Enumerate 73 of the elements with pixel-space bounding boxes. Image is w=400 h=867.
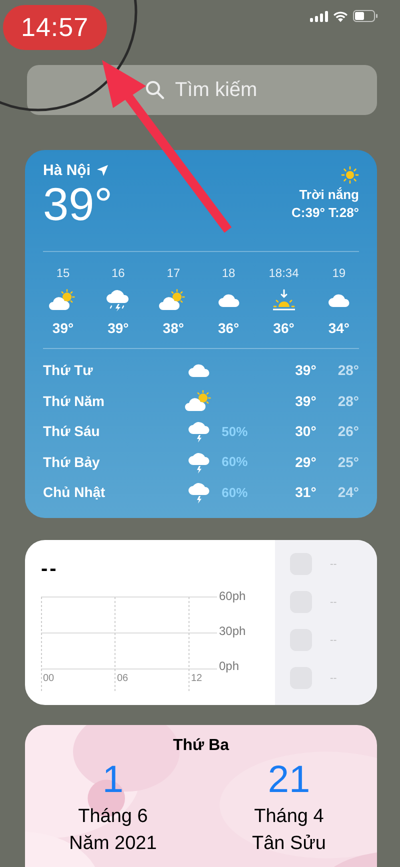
cloud-icon [188,363,210,378]
weather-widget[interactable]: Hà Nội 39° Trời nắng C:39° T:28° 15 39° 16 39° 17 38° 18 36° 18:34 36° 19 34° Thứ Tư 39° 28° Thứ Năm 39° 28° Thứ Sáu 50% 30° 26° Thứ Bảy 60% 29° 25° Chủ Nhật 60% 31° 24° [25,150,377,518]
hour-temperature: 34° [328,320,350,336]
current-temperature: 39° [43,179,113,229]
hour-label: 18 [222,266,236,280]
thunderstorm-icon [188,419,210,444]
app-usage-value: -- [330,634,337,646]
axis-label: 0ph [219,659,240,673]
wifi-icon [333,10,348,22]
solar-day: 1 [102,757,124,803]
hour-temperature: 39° [52,320,74,336]
high-temperature: 29° [294,454,316,470]
hour-temperature: 36° [273,320,294,336]
sun-cloud-icon [49,289,77,311]
cellular-signal-icon [310,10,328,22]
cloud-icon [218,293,240,307]
weather-condition: Trời nắng [299,187,359,202]
hour-label: 19 [332,266,346,280]
axis-label: 12 [191,673,204,684]
precipitation-chance: 60% [220,454,249,470]
axis-label: 00 [43,673,56,684]
day-name: Thứ Sáu [43,423,101,440]
lunar-day: 21 [268,757,310,803]
low-temperature: 25° [336,454,359,470]
location-arrow-icon [96,165,108,176]
battery-icon [353,10,378,22]
axis-label: 30ph [219,624,246,638]
sun-cloud-icon [184,390,213,412]
hour-label: 17 [166,266,180,280]
weekday-label: Thứ Ba [172,737,230,755]
day-name: Thứ Năm [43,392,106,409]
sun-icon [341,166,359,184]
app-usage-value: -- [330,672,337,684]
hour-temperature: 38° [162,320,184,336]
day-name: Thứ Tư [43,362,94,378]
day-name: Chủ Nhật [43,484,106,500]
status-time: 14:57 [3,4,107,50]
calendar-widget[interactable]: Thứ Ba 1 Tháng 6 Năm 2021 21 Tháng 4 Tân Sửu [25,725,377,867]
search-field[interactable]: Tìm kiếm [27,65,377,115]
screen-time-widget[interactable]: -- 60ph 30ph 0ph 00 06 12 -- -- -- -- [25,540,377,705]
high-temperature: 39° [294,362,316,378]
app-usage-value: -- [330,596,337,608]
hour-label: 18:34 [268,266,299,280]
low-temperature: 28° [336,392,359,409]
temperature-range: C:39° T:28° [292,205,359,220]
lunar-month: Tháng 4 [254,805,324,829]
sunset-icon [272,289,296,311]
screen-time-total: -- [41,558,58,580]
high-temperature: 30° [294,423,316,440]
cloud-icon [328,293,350,307]
hour-label: 15 [56,266,70,280]
solar-month: Tháng 6 [78,805,148,829]
low-temperature: 26° [336,423,359,440]
day-name: Thứ Bảy [43,454,101,470]
axis-label: 60ph [219,589,246,603]
low-temperature: 28° [336,362,359,378]
hour-temperature: 36° [218,320,240,336]
precipitation-chance: 60% [220,484,249,500]
high-temperature: 39° [294,392,316,409]
hour-temperature: 39° [108,320,129,336]
thunderstorm-icon [106,288,130,312]
solar-year: Năm 2021 [69,832,157,856]
low-temperature: 24° [336,484,359,500]
thunderstorm-icon [188,480,210,504]
sun-cloud-icon [159,289,188,311]
high-temperature: 31° [294,484,316,500]
hour-label: 16 [112,266,125,280]
axis-label: 06 [117,673,130,684]
search-icon [145,80,165,100]
app-usage-value: -- [330,558,337,570]
city-name: Hà Nội [43,162,91,179]
precipitation-chance: 50% [220,424,249,439]
lunar-year: Tân Sửu [252,832,326,856]
